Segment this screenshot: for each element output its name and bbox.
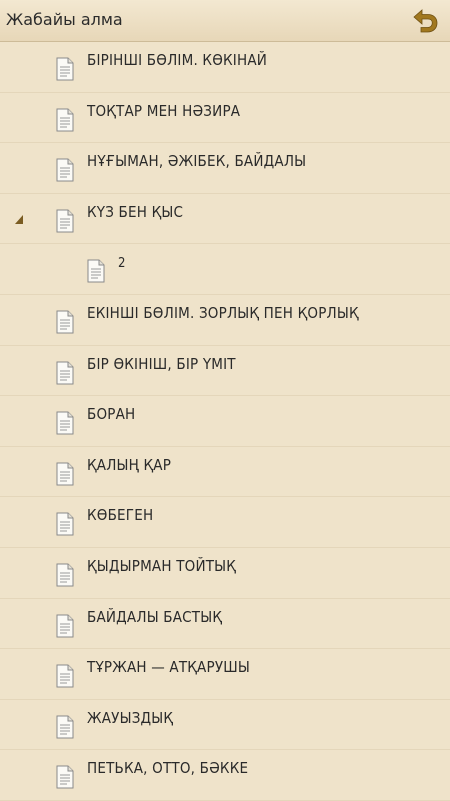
toc-item-label: КҮЗ БЕН ҚЫС — [87, 202, 184, 221]
document-icon — [55, 411, 75, 435]
toc-item[interactable]: ҚАЛЫҢ ҚАР — [0, 447, 450, 498]
document-icon — [55, 462, 75, 486]
document-icon — [55, 361, 75, 385]
header-bar: Жабайы алма — [0, 0, 450, 42]
document-icon — [55, 512, 75, 536]
toc-item[interactable]: ТҰРЖАН — АТҚАРУШЫ — [0, 649, 450, 700]
toc-subitem[interactable]: 2 — [0, 244, 450, 295]
toc-item-label: БІР ӨКІНІШ, БІР ҮМІТ — [87, 354, 236, 373]
back-button[interactable] — [408, 4, 442, 38]
toc-item[interactable]: ҚЫДЫРМАН ТОЙТЫҚ — [0, 548, 450, 599]
toc-item-label: БАЙДАЛЫ БАСТЫҚ — [87, 607, 223, 626]
toc-item-label: ТОҚТАР МЕН НӘЗИРА — [87, 101, 241, 120]
document-icon — [55, 715, 75, 739]
toc-item[interactable]: КҮЗ БЕН ҚЫС — [0, 194, 450, 245]
toc-item[interactable]: ПЕТЬКА, ОТТО, БӘККЕ — [0, 750, 450, 801]
document-icon — [86, 259, 106, 283]
toc-item[interactable]: НҰҒЫМАН, ӘЖІБЕК, БАЙДАЛЫ — [0, 143, 450, 194]
toc-item[interactable]: ЕКІНШІ БӨЛІМ. ЗОРЛЫҚ ПЕН ҚОРЛЫҚ — [0, 295, 450, 346]
document-icon — [55, 614, 75, 638]
toc-item-label: БОРАН — [87, 405, 136, 424]
document-icon — [55, 563, 75, 587]
document-icon — [55, 310, 75, 334]
toc-item-label: БІРІНШІ БӨЛІМ. КӨКІНАЙ — [87, 51, 268, 69]
toc-item-label: ПЕТЬКА, ОТТО, БӘККЕ — [87, 759, 249, 778]
toc-item-label: НҰҒЫМАН, ӘЖІБЕК, БАЙДАЛЫ — [87, 152, 307, 171]
toc-item[interactable]: БОРАН — [0, 396, 450, 447]
toc-item[interactable]: БАЙДАЛЫ БАСТЫҚ — [0, 599, 450, 650]
document-icon — [55, 158, 75, 182]
toc-item-label: КӨБЕГЕН — [87, 506, 154, 525]
toc-item-label: ҚЫДЫРМАН ТОЙТЫҚ — [87, 556, 237, 575]
book-title: Жабайы алма — [6, 10, 123, 29]
document-icon — [55, 765, 75, 789]
toc-item-label: ҚАЛЫҢ ҚАР — [87, 455, 172, 474]
document-icon — [55, 108, 75, 132]
document-icon — [55, 664, 75, 688]
toc-item[interactable]: БІР ӨКІНІШ, БІР ҮМІТ — [0, 346, 450, 397]
toc-item-label: 2 — [118, 256, 126, 272]
document-icon — [55, 57, 75, 81]
toc-item[interactable]: ЖАУЫЗДЫҚ — [0, 700, 450, 751]
document-icon — [55, 209, 75, 233]
toc-item-label: ТҰРЖАН — АТҚАРУШЫ — [87, 658, 250, 677]
table-of-contents: БІРІНШІ БӨЛІМ. КӨКІНАЙ ТОҚТАР МЕН НӘЗИРА Н… — [0, 42, 450, 801]
back-arrow-icon — [413, 9, 438, 33]
toc-item-label: ЖАУЫЗДЫҚ — [87, 708, 174, 727]
toc-item[interactable]: КӨБЕГЕН — [0, 497, 450, 548]
toc-item[interactable]: ТОҚТАР МЕН НӘЗИРА — [0, 93, 450, 144]
expanded-triangle-icon[interactable] — [15, 214, 23, 224]
toc-item[interactable]: БІРІНШІ БӨЛІМ. КӨКІНАЙ — [0, 42, 450, 93]
toc-item-label: ЕКІНШІ БӨЛІМ. ЗОРЛЫҚ ПЕН ҚОРЛЫҚ — [87, 303, 359, 322]
